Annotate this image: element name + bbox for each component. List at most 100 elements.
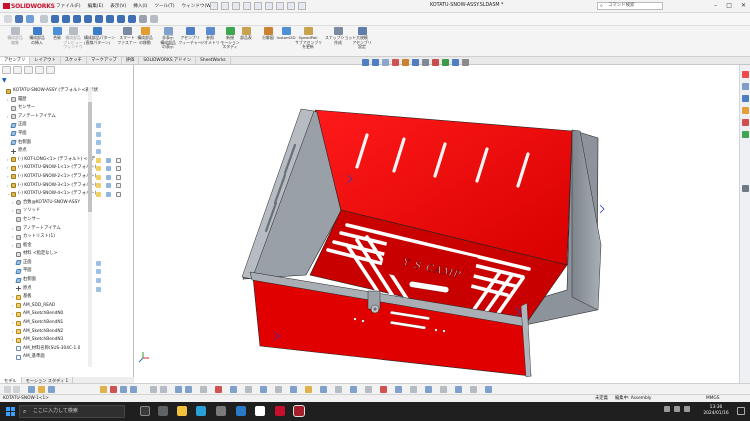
toolbar-icon[interactable]	[100, 386, 107, 393]
toolbar-icon[interactable]	[320, 386, 327, 393]
toolbar-icon[interactable]	[335, 386, 342, 393]
command-tab[interactable]: SheetWorks	[196, 57, 231, 64]
notification-icon[interactable]	[737, 407, 745, 415]
minimize-icon[interactable]: –	[714, 2, 717, 9]
display-manager-tab-icon[interactable]	[46, 66, 55, 74]
visibility-state-icon[interactable]	[96, 269, 101, 275]
command-tab[interactable]: 評価	[122, 57, 140, 64]
maximize-icon[interactable]: □	[726, 2, 732, 9]
filter-icon[interactable]: ▼	[2, 77, 7, 84]
toolbar-icon[interactable]	[62, 15, 70, 23]
tree-item[interactable]: 材料 <指定なし>	[2, 250, 95, 259]
linear-component-pattern-button[interactable]: 構成部品パターン (直線パターン)	[84, 27, 115, 45]
visibility-state-icon[interactable]	[96, 286, 101, 292]
toolbar-icon[interactable]	[455, 386, 462, 393]
toolbar-icon[interactable]	[160, 386, 167, 393]
display-state-icon[interactable]	[116, 192, 121, 197]
toolbar-pin-icon[interactable]	[4, 15, 12, 23]
options-icon[interactable]	[298, 2, 306, 10]
appearance-state-icon[interactable]	[106, 183, 111, 189]
visibility-state-icon[interactable]	[96, 192, 101, 197]
tree-item[interactable]: › (-) KOTATU-SNOW-2<1> (デフォルト)	[2, 173, 96, 182]
file-explorer-icon[interactable]	[177, 406, 187, 416]
appearance-state-icon[interactable]	[106, 166, 111, 172]
menu-item[interactable]: ファイル(F)	[56, 3, 81, 9]
network-icon[interactable]	[674, 406, 680, 412]
toolbar-icon[interactable]	[175, 386, 182, 393]
zoom-to-fit-icon[interactable]	[362, 59, 369, 66]
tray-icon[interactable]	[664, 406, 670, 412]
toolbar-icon[interactable]	[260, 386, 267, 393]
taskbar-app-icon[interactable]	[255, 406, 265, 416]
view-palette-icon[interactable]	[742, 107, 749, 114]
file-explorer-icon[interactable]	[742, 95, 749, 102]
tree-item[interactable]: 平面	[2, 267, 95, 276]
toolbar-icon[interactable]	[120, 386, 127, 393]
home-icon[interactable]	[210, 2, 218, 10]
appearance-state-icon[interactable]	[106, 192, 111, 197]
tree-item[interactable]: › AM_SDD_READ	[2, 302, 95, 311]
custom-properties-icon[interactable]	[742, 131, 749, 138]
toolbar-icon[interactable]	[150, 386, 157, 393]
toolbar-icon[interactable]	[13, 386, 20, 393]
command-tab[interactable]: SOLIDWORKS アドイン	[139, 57, 197, 64]
new-document-icon[interactable]	[221, 2, 229, 10]
tree-item[interactable]: › (-) KOTATU-SNOW-3<1> (デフォルト)	[2, 182, 96, 191]
taskbar-clock[interactable]: 13:36 2024/01/16	[700, 405, 732, 416]
tree-item[interactable]: › 基板	[2, 293, 95, 302]
command-tab[interactable]: スケッチ	[61, 57, 87, 64]
toolbar-icon[interactable]	[4, 386, 11, 393]
graphics-area[interactable]: Y S CAMP	[135, 65, 739, 383]
toolbar-icon[interactable]	[139, 15, 147, 23]
toolbar-icon[interactable]	[485, 386, 492, 393]
tree-item[interactable]: KOTATU-SNOW-ASSY (デフォルト<表示状	[2, 87, 98, 96]
toolbar-icon[interactable]	[365, 386, 372, 393]
toolbar-icon[interactable]	[106, 15, 114, 23]
visibility-state-icon[interactable]	[96, 149, 101, 154]
visibility-state-icon[interactable]	[96, 140, 101, 146]
close-icon[interactable]: ✕	[741, 2, 746, 9]
tree-item[interactable]: 正面	[2, 259, 95, 268]
tree-item[interactable]: › 履歴	[2, 96, 95, 105]
display-style-icon[interactable]	[422, 59, 429, 66]
appearance-state-icon[interactable]	[106, 174, 111, 180]
visibility-state-icon[interactable]	[96, 131, 101, 137]
visibility-state-icon[interactable]	[96, 278, 101, 283]
take-snapshot-button[interactable]: スナップショット 作成	[325, 27, 356, 45]
tree-item[interactable]: AM_基準面	[2, 353, 95, 362]
undo-icon[interactable]	[265, 2, 273, 10]
tree-item[interactable]: › 板金	[2, 242, 95, 251]
menu-item[interactable]: 表示(V)	[110, 3, 126, 9]
toolbar-icon[interactable]	[84, 15, 92, 23]
toolbar-icon[interactable]	[130, 386, 137, 393]
toolbar-icon[interactable]	[275, 386, 282, 393]
select-icon[interactable]	[276, 2, 284, 10]
toolbar-icon[interactable]	[230, 386, 237, 393]
toolbar-icon[interactable]	[395, 386, 402, 393]
windows-start-icon[interactable]	[6, 407, 15, 416]
toolbar-icon[interactable]	[185, 386, 192, 393]
visibility-state-icon[interactable]	[96, 183, 101, 189]
tree-item[interactable]: 正面	[2, 121, 95, 130]
tree-item[interactable]: › ソリッド	[2, 207, 95, 216]
scrollbar-thumb[interactable]	[88, 102, 92, 212]
visibility-state-icon[interactable]	[96, 174, 101, 180]
menu-item[interactable]: 挿入(I)	[133, 3, 147, 9]
view-orientation-icon[interactable]	[412, 59, 419, 66]
visibility-state-icon[interactable]	[96, 166, 101, 172]
configuration-manager-tab-icon[interactable]	[24, 66, 33, 74]
zoom-area-icon[interactable]	[372, 59, 379, 66]
component-preview-window-button[interactable]: 構成部品 プレビュー ウィンドウ	[60, 27, 86, 50]
tree-item[interactable]: › AM_SketchBendN1	[2, 319, 95, 328]
toolbar-icon[interactable]	[26, 15, 34, 23]
status-units[interactable]: MMGS	[706, 395, 719, 402]
taskbar-app-icon[interactable]	[158, 406, 168, 416]
toolbar-icon[interactable]	[245, 386, 252, 393]
taskbar-search-input[interactable]: ⌕ ここに入力して検索	[19, 405, 125, 418]
tree-item[interactable]: 右側面	[2, 276, 95, 285]
solidworks-resources-icon[interactable]	[742, 71, 749, 78]
toolbar-icon[interactable]	[73, 15, 81, 23]
toolbar-icon[interactable]	[380, 386, 387, 393]
volume-icon[interactable]	[684, 406, 690, 412]
model-viewport[interactable]: Y S CAMP	[135, 65, 739, 383]
